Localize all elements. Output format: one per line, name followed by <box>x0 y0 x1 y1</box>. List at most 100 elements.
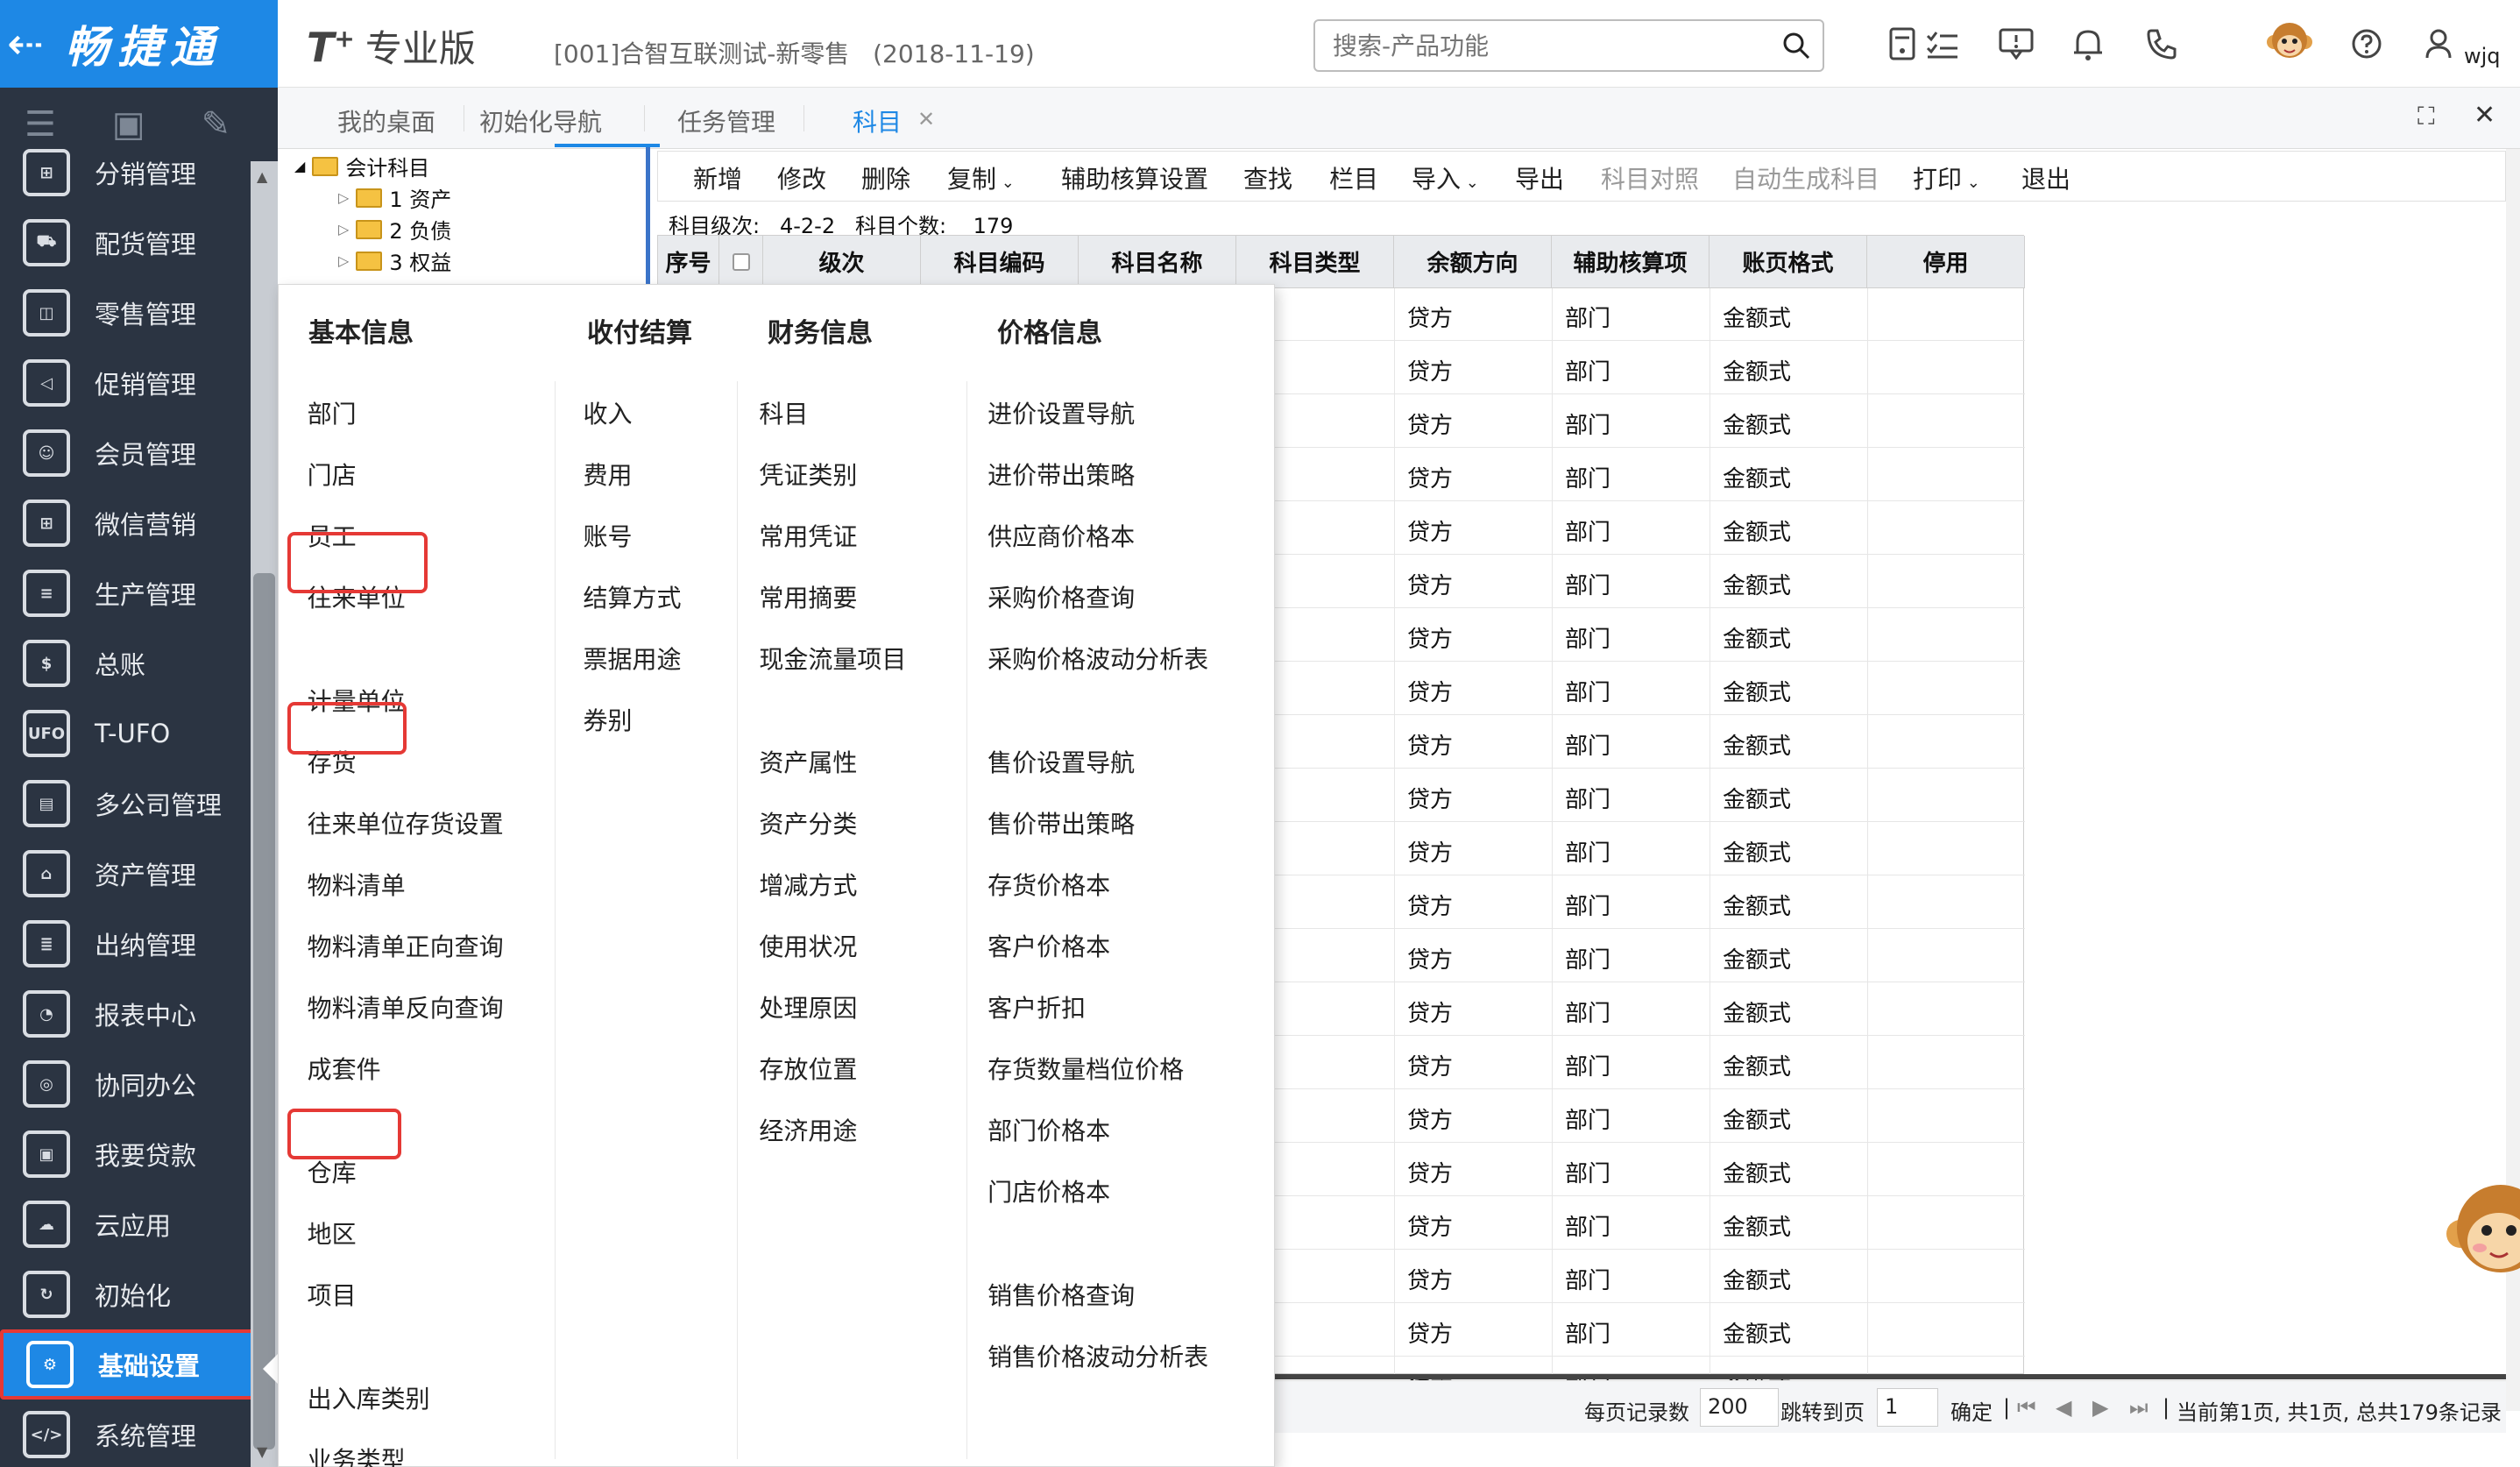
sidebar-item[interactable]: ◎ 协同办公 <box>0 1049 251 1119</box>
collapsed-triangle-icon[interactable]: ▷ <box>338 252 349 269</box>
copy-dropdown-button[interactable]: 复制 ⌄ <box>947 160 1015 195</box>
panel-menu-item[interactable]: 业务类型 <box>308 1442 406 1467</box>
collapsed-triangle-icon[interactable]: ▷ <box>338 189 349 206</box>
panel-menu-item[interactable]: 处理原因 <box>759 989 857 1024</box>
checklist-icon[interactable] <box>1923 25 1962 63</box>
panel-menu-item[interactable]: 进价带出策略 <box>987 457 1135 492</box>
sidebar-item[interactable]: ◫ 零售管理 <box>0 278 251 348</box>
panel-menu-item[interactable]: 门店 <box>308 457 357 492</box>
sidebar-item[interactable]: ◔ 报表中心 <box>0 979 251 1049</box>
message-icon[interactable] <box>1997 25 2035 63</box>
tab-init-nav[interactable]: 初始化导航 <box>479 103 602 138</box>
panel-menu-item[interactable]: 票据用途 <box>584 641 682 676</box>
panel-menu-item[interactable]: 物料清单正向查询 <box>308 928 504 963</box>
tree-root[interactable]: ◢ 会计科目 <box>294 151 429 181</box>
panel-menu-item[interactable]: 物料清单反向查询 <box>308 989 504 1024</box>
columns-button[interactable]: 栏目 <box>1329 160 1378 195</box>
help-icon[interactable] <box>2347 25 2386 63</box>
sidebar-item[interactable]: ⌂ 资产管理 <box>0 839 251 909</box>
panel-menu-item[interactable]: 销售价格查询 <box>987 1277 1135 1312</box>
fullscreen-icon[interactable]: ⛶ <box>2417 102 2435 131</box>
panel-menu-item[interactable]: 采购价格查询 <box>987 579 1135 614</box>
panel-menu-item[interactable]: 成套件 <box>308 1051 381 1086</box>
delete-button[interactable]: 删除 <box>861 160 910 195</box>
find-button[interactable]: 查找 <box>1243 160 1292 195</box>
sidebar-item[interactable]: </> 系统管理 <box>0 1400 251 1467</box>
panel-menu-item[interactable]: 销售价格波动分析表 <box>987 1338 1208 1373</box>
import-dropdown-button[interactable]: 导入 ⌄ <box>1412 160 1479 195</box>
panel-menu-item[interactable]: 使用状况 <box>759 928 857 963</box>
back-arrow-icon[interactable]: ⇠ <box>7 18 46 69</box>
col-header-index[interactable]: 序号 <box>658 236 719 288</box>
col-header-page-format[interactable]: 账页格式 <box>1709 236 1867 288</box>
panel-menu-item[interactable]: 现金流量项目 <box>759 641 906 676</box>
panel-menu-item[interactable]: 物料清单 <box>308 867 406 902</box>
prev-page-icon[interactable]: ◀ <box>2056 1395 2071 1420</box>
panel-menu-item[interactable]: 存放位置 <box>759 1051 857 1086</box>
panel-menu-item[interactable]: 项目 <box>308 1277 357 1312</box>
first-page-icon[interactable]: ⏮ <box>2017 1395 2036 1420</box>
panel-menu-item[interactable]: 采购价格波动分析表 <box>987 641 1208 676</box>
print-dropdown-button[interactable]: 打印 ⌄ <box>1913 160 1980 195</box>
per-page-input[interactable]: 200 <box>1700 1388 1779 1427</box>
sidebar-item[interactable]: ⚙ 基础设置 <box>0 1329 251 1400</box>
panel-menu-item[interactable]: 进价设置导航 <box>987 395 1135 430</box>
panel-menu-item[interactable]: 常用凭证 <box>759 518 857 553</box>
panel-menu-item[interactable]: 门店价格本 <box>987 1173 1110 1208</box>
panel-menu-item[interactable]: 常用摘要 <box>759 579 857 614</box>
col-header-type[interactable]: 科目类型 <box>1236 236 1394 288</box>
panel-menu-item[interactable]: 科目 <box>759 395 808 430</box>
sidebar-item[interactable]: ≣ 出纳管理 <box>0 909 251 979</box>
sidebar-item[interactable]: $ 总账 <box>0 628 251 698</box>
sidebar-item[interactable]: ▤ 多公司管理 <box>0 769 251 839</box>
panel-menu-item[interactable]: 结算方式 <box>584 579 682 614</box>
panel-menu-item[interactable]: 客户折扣 <box>987 989 1086 1024</box>
search-input[interactable] <box>1315 21 1736 70</box>
panel-menu-item[interactable]: 收入 <box>584 395 633 430</box>
edit-button[interactable]: 修改 <box>777 160 826 195</box>
add-button[interactable]: 新增 <box>693 160 742 195</box>
sidebar-item[interactable]: ▣ 我要贷款 <box>0 1119 251 1189</box>
sidebar-item[interactable]: ☺ 会员管理 <box>0 418 251 488</box>
sidebar-scroll-thumb[interactable] <box>253 573 275 1449</box>
tab-desktop[interactable]: 我的桌面 <box>337 103 435 138</box>
tree-node[interactable]: ▷ 3 权益 <box>338 245 451 276</box>
panel-menu-item[interactable]: 客户价格本 <box>987 928 1110 963</box>
export-button[interactable]: 导出 <box>1515 160 1564 195</box>
username[interactable]: wjq <box>2464 44 2501 68</box>
monkey-mascot-icon[interactable] <box>2445 1173 2520 1286</box>
calculator-icon[interactable] <box>1883 25 1922 63</box>
panel-menu-item[interactable]: 往来单位存货设置 <box>308 805 504 840</box>
scroll-down-arrow-icon[interactable]: ▼ <box>257 1443 267 1460</box>
sidebar-item[interactable]: ◁ 促销管理 <box>0 348 251 418</box>
panel-menu-item[interactable]: 部门价格本 <box>987 1112 1110 1147</box>
phone-icon[interactable] <box>2142 25 2181 63</box>
aux-accounting-settings-button[interactable]: 辅助核算设置 <box>1061 160 1208 195</box>
panel-menu-item[interactable]: 费用 <box>584 457 633 492</box>
tab-close-icon[interactable]: ✕ <box>917 107 935 131</box>
panel-menu-item[interactable]: 存货价格本 <box>987 867 1110 902</box>
expand-triangle-icon[interactable]: ◢ <box>294 158 305 174</box>
tree-node[interactable]: ▷ 2 负债 <box>338 214 451 244</box>
tab-task-management[interactable]: 任务管理 <box>677 103 775 138</box>
col-header-balance-direction[interactable]: 余额方向 <box>1394 236 1552 288</box>
search-icon[interactable] <box>1782 32 1810 60</box>
collapsed-triangle-icon[interactable]: ▷ <box>338 221 349 237</box>
panel-menu-item[interactable]: 凭证类别 <box>759 457 857 492</box>
jump-page-input[interactable]: 1 <box>1877 1388 1938 1427</box>
col-header-disabled[interactable]: 停用 <box>1867 236 2025 288</box>
sidebar-item[interactable]: ⊞ 分销管理 <box>0 138 251 208</box>
select-all-checkbox[interactable] <box>732 252 750 271</box>
grid-horizontal-scrollbar[interactable] <box>1271 1374 2506 1379</box>
panel-menu-item[interactable]: 仓库 <box>308 1154 357 1189</box>
panel-menu-item[interactable]: 存货数量档位价格 <box>987 1051 1184 1086</box>
sidebar-item[interactable]: ↻ 初始化 <box>0 1259 251 1329</box>
panel-menu-item[interactable]: 经济用途 <box>759 1112 857 1147</box>
exit-button[interactable]: 退出 <box>2021 160 2071 195</box>
sidebar-item[interactable]: ☁ 云应用 <box>0 1189 251 1259</box>
subject-mapping-button[interactable]: 科目对照 <box>1601 160 1699 195</box>
monkey-avatar-icon[interactable] <box>2265 18 2314 67</box>
sidebar-item[interactable]: ⛟ 配货管理 <box>0 208 251 278</box>
auto-generate-subject-button[interactable]: 自动生成科目 <box>1732 160 1879 195</box>
panel-menu-item[interactable]: 资产属性 <box>759 744 857 779</box>
